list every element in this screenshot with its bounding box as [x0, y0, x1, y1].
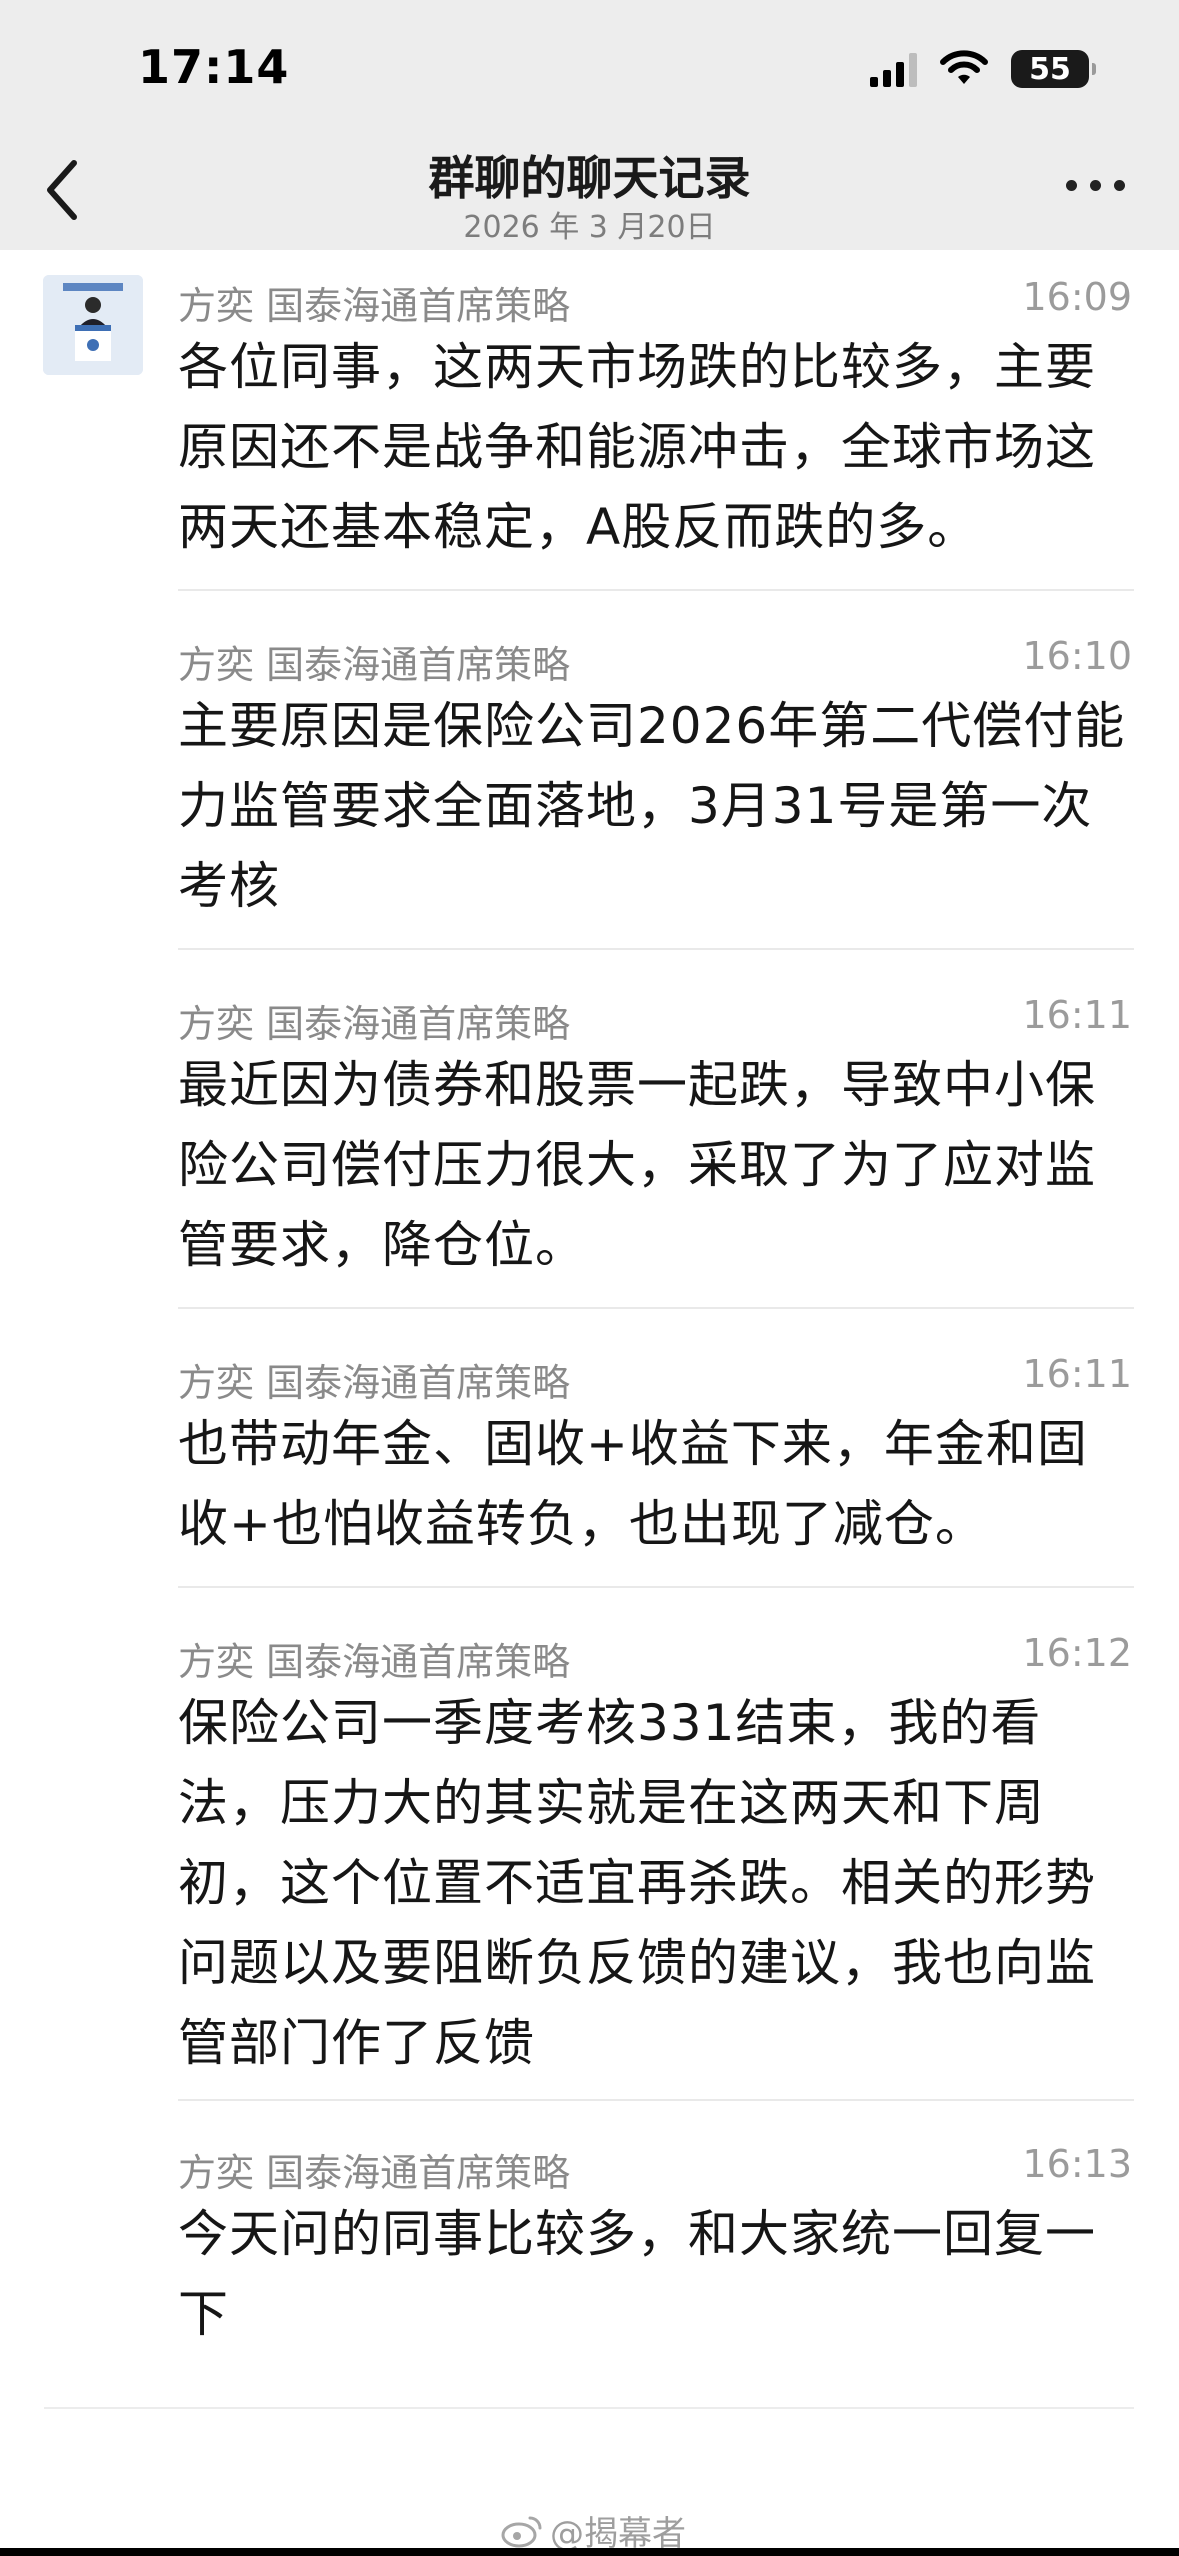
status-time: 17:14 [138, 40, 290, 94]
message-item: 方奕 国泰海通首席策略 16:10 主要原因是保险公司2026年第二代偿付能力监… [178, 624, 1134, 950]
wifi-icon [940, 50, 988, 84]
sender-name: 方奕 国泰海通首席策略 [178, 284, 571, 328]
cellular-signal-icon [870, 51, 917, 87]
message-item: 方奕 国泰海通首席策略 16:13 今天问的同事比较多，和大家统一回复一下 [178, 2132, 1134, 2372]
message-time: 16:10 [1022, 634, 1132, 678]
sender-name: 方奕 国泰海通首席策略 [178, 1361, 571, 1405]
message-text: 主要原因是保险公司2026年第二代偿付能力监管要求全面落地，3月31号是第一次考… [178, 697, 1126, 915]
sender-name: 方奕 国泰海通首席策略 [178, 1640, 571, 1684]
status-icons: 55 [870, 44, 1096, 94]
avatar[interactable] [43, 275, 143, 375]
message-time: 16:09 [1022, 275, 1132, 319]
sender-name: 方奕 国泰海通首席策略 [178, 2151, 571, 2195]
divider [44, 2407, 1134, 2409]
message-item: 方奕 国泰海通首席策略 16:11 最近因为债券和股票一起跌，导致中小保险公司偿… [178, 983, 1134, 1309]
page-title: 群聊的聊天记录 [428, 151, 751, 205]
message-item: 方奕 国泰海通首席策略 16:11 也带动年金、固收+收益下来，年金和固收+也怕… [178, 1342, 1134, 1588]
message-item: 方奕 国泰海通首席策略 16:09 各位同事，这两天市场跌的比较多，主要原因还不… [178, 265, 1134, 591]
weibo-icon [501, 2516, 542, 2547]
message-text: 最近因为债券和股票一起跌，导致中小保险公司偿付压力很大，采取了为了应对监管要求，… [178, 1056, 1096, 1274]
battery-level: 55 [1029, 51, 1071, 87]
top-bar: 17:14 55 群聊的聊天记录 2026 年 3 月20日 [0, 0, 1179, 250]
bottom-edge [0, 2548, 1179, 2556]
message-text: 今天问的同事比较多，和大家统一回复一下 [178, 2205, 1096, 2343]
message-time: 16:11 [1022, 1352, 1132, 1396]
more-options-icon[interactable] [1066, 180, 1125, 191]
message-time: 16:12 [1022, 1631, 1132, 1675]
page-subtitle-date: 2026 年 3 月20日 [463, 210, 716, 245]
message-item: 方奕 国泰海通首席策略 16:12 保险公司一季度考核331结束，我的看法，压力… [178, 1621, 1134, 2101]
message-text: 也带动年金、固收+收益下来，年金和固收+也怕收益转负，也出现了减仓。 [178, 1415, 1088, 1553]
message-text: 各位同事，这两天市场跌的比较多，主要原因还不是战争和能源冲击，全球市场这两天还基… [178, 338, 1096, 556]
message-time: 16:13 [1022, 2142, 1132, 2186]
sender-name: 方奕 国泰海通首席策略 [178, 643, 571, 687]
message-time: 16:11 [1022, 993, 1132, 1037]
battery-icon: 55 [1011, 50, 1096, 88]
sender-name: 方奕 国泰海通首席策略 [178, 1002, 571, 1046]
message-text: 保险公司一季度考核331结束，我的看法，压力大的其实就是在这两天和下周初，这个位… [178, 1694, 1096, 2072]
